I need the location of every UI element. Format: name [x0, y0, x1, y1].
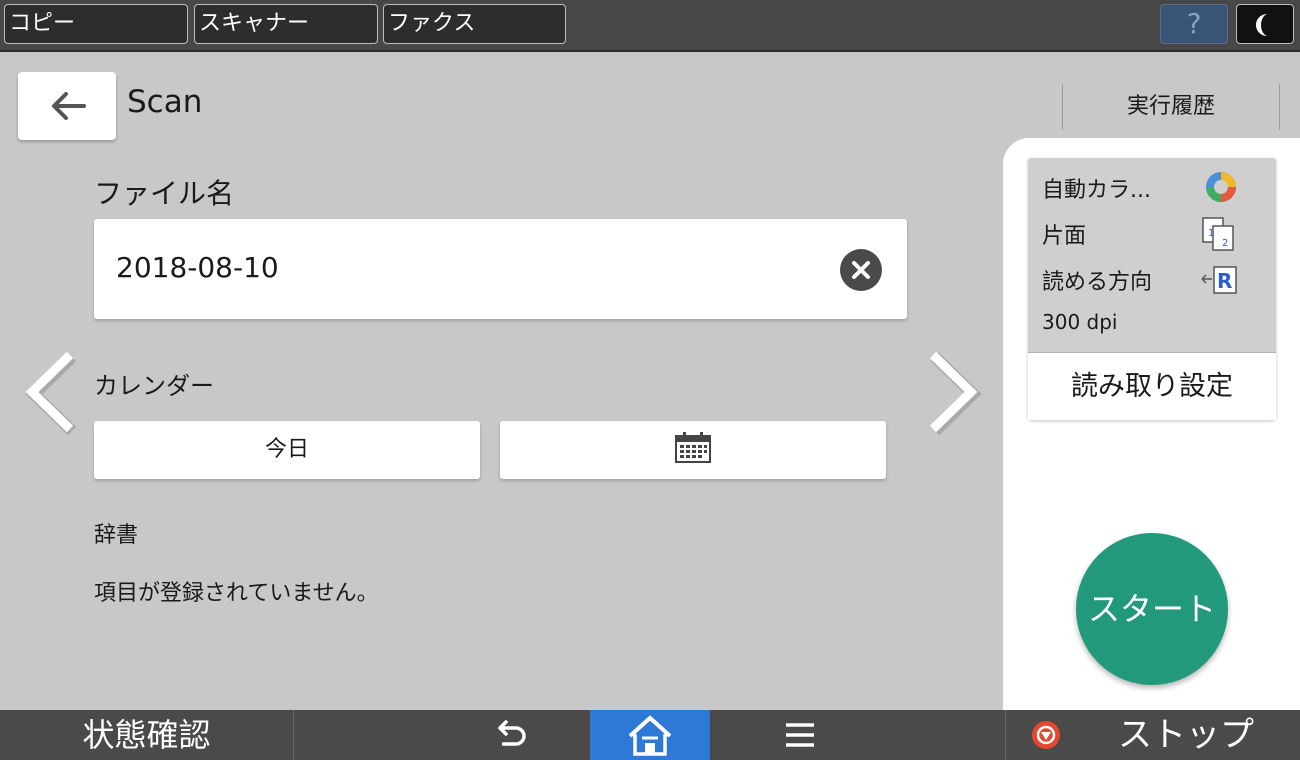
file-name-field[interactable]: 2018-08-10	[94, 219, 907, 319]
scan-settings-summary: 自動カラ... 片面 1 2 読める方向 R 300 dpi 読み取り設定	[1028, 158, 1276, 420]
single-sided-icon: 1 2	[1198, 214, 1244, 252]
file-name-label: ファイル名	[94, 177, 235, 210]
svg-text:2: 2	[1222, 238, 1228, 249]
top-app-bar: コピー スキャナー ファクス ?	[0, 0, 1300, 52]
color-mode-text: 自動カラ...	[1042, 178, 1151, 203]
moon-icon	[1256, 14, 1267, 36]
resolution-text: 300 dpi	[1042, 310, 1118, 334]
back-button[interactable]	[18, 72, 116, 140]
undo-arrow-icon	[498, 720, 526, 746]
home-button[interactable]	[590, 710, 710, 760]
undo-button[interactable]	[470, 710, 550, 760]
arrow-left-icon	[52, 92, 86, 120]
svg-text:R: R	[1217, 269, 1232, 293]
tab-fax[interactable]: ファクス	[383, 4, 566, 44]
no-items-text: 項目が登録されていません。	[94, 581, 379, 606]
orientation-text: 読める方向	[1042, 270, 1153, 295]
start-button[interactable]: スタート	[1076, 533, 1228, 685]
stop-button[interactable]: ストップ	[1005, 710, 1300, 760]
today-button[interactable]: 今日	[94, 421, 480, 479]
bottom-bar: 状態確認 ストップ	[0, 710, 1300, 760]
energy-saver-button[interactable]	[1236, 4, 1294, 44]
readable-direction-icon: R	[1198, 260, 1244, 298]
menu-icon	[786, 723, 814, 747]
calendar-button[interactable]	[500, 421, 886, 479]
clear-button[interactable]	[840, 249, 882, 291]
svg-text:1: 1	[1208, 228, 1214, 239]
tab-scanner[interactable]: スキャナー	[194, 4, 378, 44]
chevron-right-icon	[929, 351, 982, 436]
chevron-left-icon	[25, 351, 77, 436]
next-page-button[interactable]	[915, 345, 985, 440]
help-button[interactable]: ?	[1160, 4, 1228, 44]
read-settings-button[interactable]: 読み取り設定	[1028, 352, 1276, 420]
stop-label: ストップ	[1118, 715, 1254, 755]
stop-icon	[1032, 721, 1060, 749]
dictionary-label: 辞書	[94, 523, 139, 548]
calendar-label: カレンダー	[94, 372, 214, 400]
tab-copy[interactable]: コピー	[4, 4, 188, 44]
previous-page-button[interactable]	[18, 345, 88, 440]
calendar-icon	[675, 432, 711, 463]
page-title: Scan	[127, 84, 203, 120]
menu-button[interactable]	[760, 710, 840, 760]
sides-text: 片面	[1042, 224, 1087, 249]
auto-color-icon	[1198, 168, 1244, 206]
file-name-value: 2018-08-10	[116, 251, 279, 284]
history-button[interactable]: 実行履歴	[1062, 84, 1280, 130]
home-icon	[628, 715, 672, 756]
close-icon	[852, 261, 870, 279]
status-check-button[interactable]: 状態確認	[0, 710, 294, 760]
